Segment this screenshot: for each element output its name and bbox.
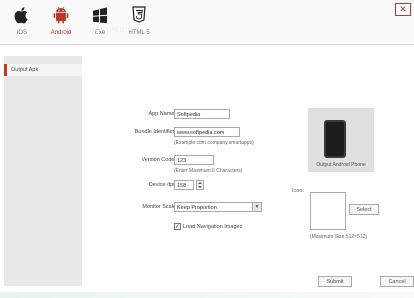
load-navigation-images-checkbox[interactable]: ✓ bbox=[174, 223, 181, 230]
bundle-identifier-label: Bundle Identifier: bbox=[134, 129, 176, 135]
close-button[interactable]: ✕ bbox=[395, 3, 411, 16]
monitor-scale-label: Monitor Scale bbox=[142, 204, 176, 210]
platform-html5[interactable]: HTML 5 bbox=[122, 5, 156, 41]
cancel-button[interactable]: Cancel bbox=[380, 276, 414, 287]
output-form: App Name: Softpedia Bundle Identifier: w… bbox=[86, 56, 414, 287]
sidebar: Output Apk bbox=[4, 56, 82, 286]
bundle-identifier-hint: (Example:com.company.smartapps) bbox=[174, 140, 254, 146]
phone-icon bbox=[324, 120, 346, 158]
monitor-scale-select[interactable]: Keep Proportion ▼ bbox=[174, 202, 262, 212]
android-icon bbox=[53, 6, 69, 24]
platform-android[interactable]: Android bbox=[44, 5, 78, 41]
html5-icon bbox=[132, 6, 146, 23]
platform-ios-label: iOS bbox=[16, 30, 27, 36]
device-dpi-label: Device dpi: bbox=[148, 182, 176, 188]
phone-preview: Output Android Phone bbox=[308, 108, 374, 172]
platform-toolbar: iOS Android Exe HTML 5 SOFTPEDIA ✕ bbox=[0, 0, 414, 45]
apple-icon bbox=[14, 7, 28, 24]
watermark: SOFTPEDIA bbox=[90, 28, 134, 34]
stepper-arrows-icon bbox=[198, 182, 202, 188]
app-window: iOS Android Exe HTML 5 SOFTPEDIA ✕ Outpu… bbox=[0, 0, 414, 298]
icon-size-hint: (Maximum Size:512×512) bbox=[310, 234, 368, 240]
app-name-input[interactable]: Softpedia bbox=[174, 109, 230, 119]
phone-preview-caption: Output Android Phone bbox=[316, 162, 366, 168]
submit-button[interactable]: Submit bbox=[318, 276, 352, 287]
select-icon-button[interactable]: Select bbox=[349, 204, 379, 215]
platform-android-label: Android bbox=[50, 30, 72, 36]
windows-icon bbox=[93, 7, 107, 24]
device-dpi-input[interactable]: 158 bbox=[174, 180, 194, 190]
monitor-scale-value: Keep Proportion bbox=[177, 205, 217, 211]
load-navigation-images-label: Load Navigation Images bbox=[183, 224, 243, 230]
bundle-identifier-input[interactable]: www.softpedia.com bbox=[174, 127, 240, 137]
icon-label: Icon: bbox=[292, 188, 304, 194]
chevron-down-icon: ▼ bbox=[252, 203, 261, 211]
sidebar-item-output-apk[interactable]: Output Apk bbox=[4, 64, 82, 76]
platform-exe[interactable]: Exe bbox=[83, 5, 117, 41]
device-dpi-stepper[interactable] bbox=[196, 180, 204, 190]
version-code-hint: (Enter Maximum 6 Characters) bbox=[174, 168, 243, 174]
app-name-label: App Name: bbox=[148, 111, 176, 117]
checkmark-icon: ✓ bbox=[175, 224, 181, 230]
version-code-input[interactable]: 123 bbox=[174, 155, 214, 165]
platform-ios[interactable]: iOS bbox=[5, 5, 39, 41]
icon-preview bbox=[310, 192, 346, 230]
version-code-label: Version Code: bbox=[141, 157, 176, 163]
bottom-strip bbox=[0, 292, 414, 298]
